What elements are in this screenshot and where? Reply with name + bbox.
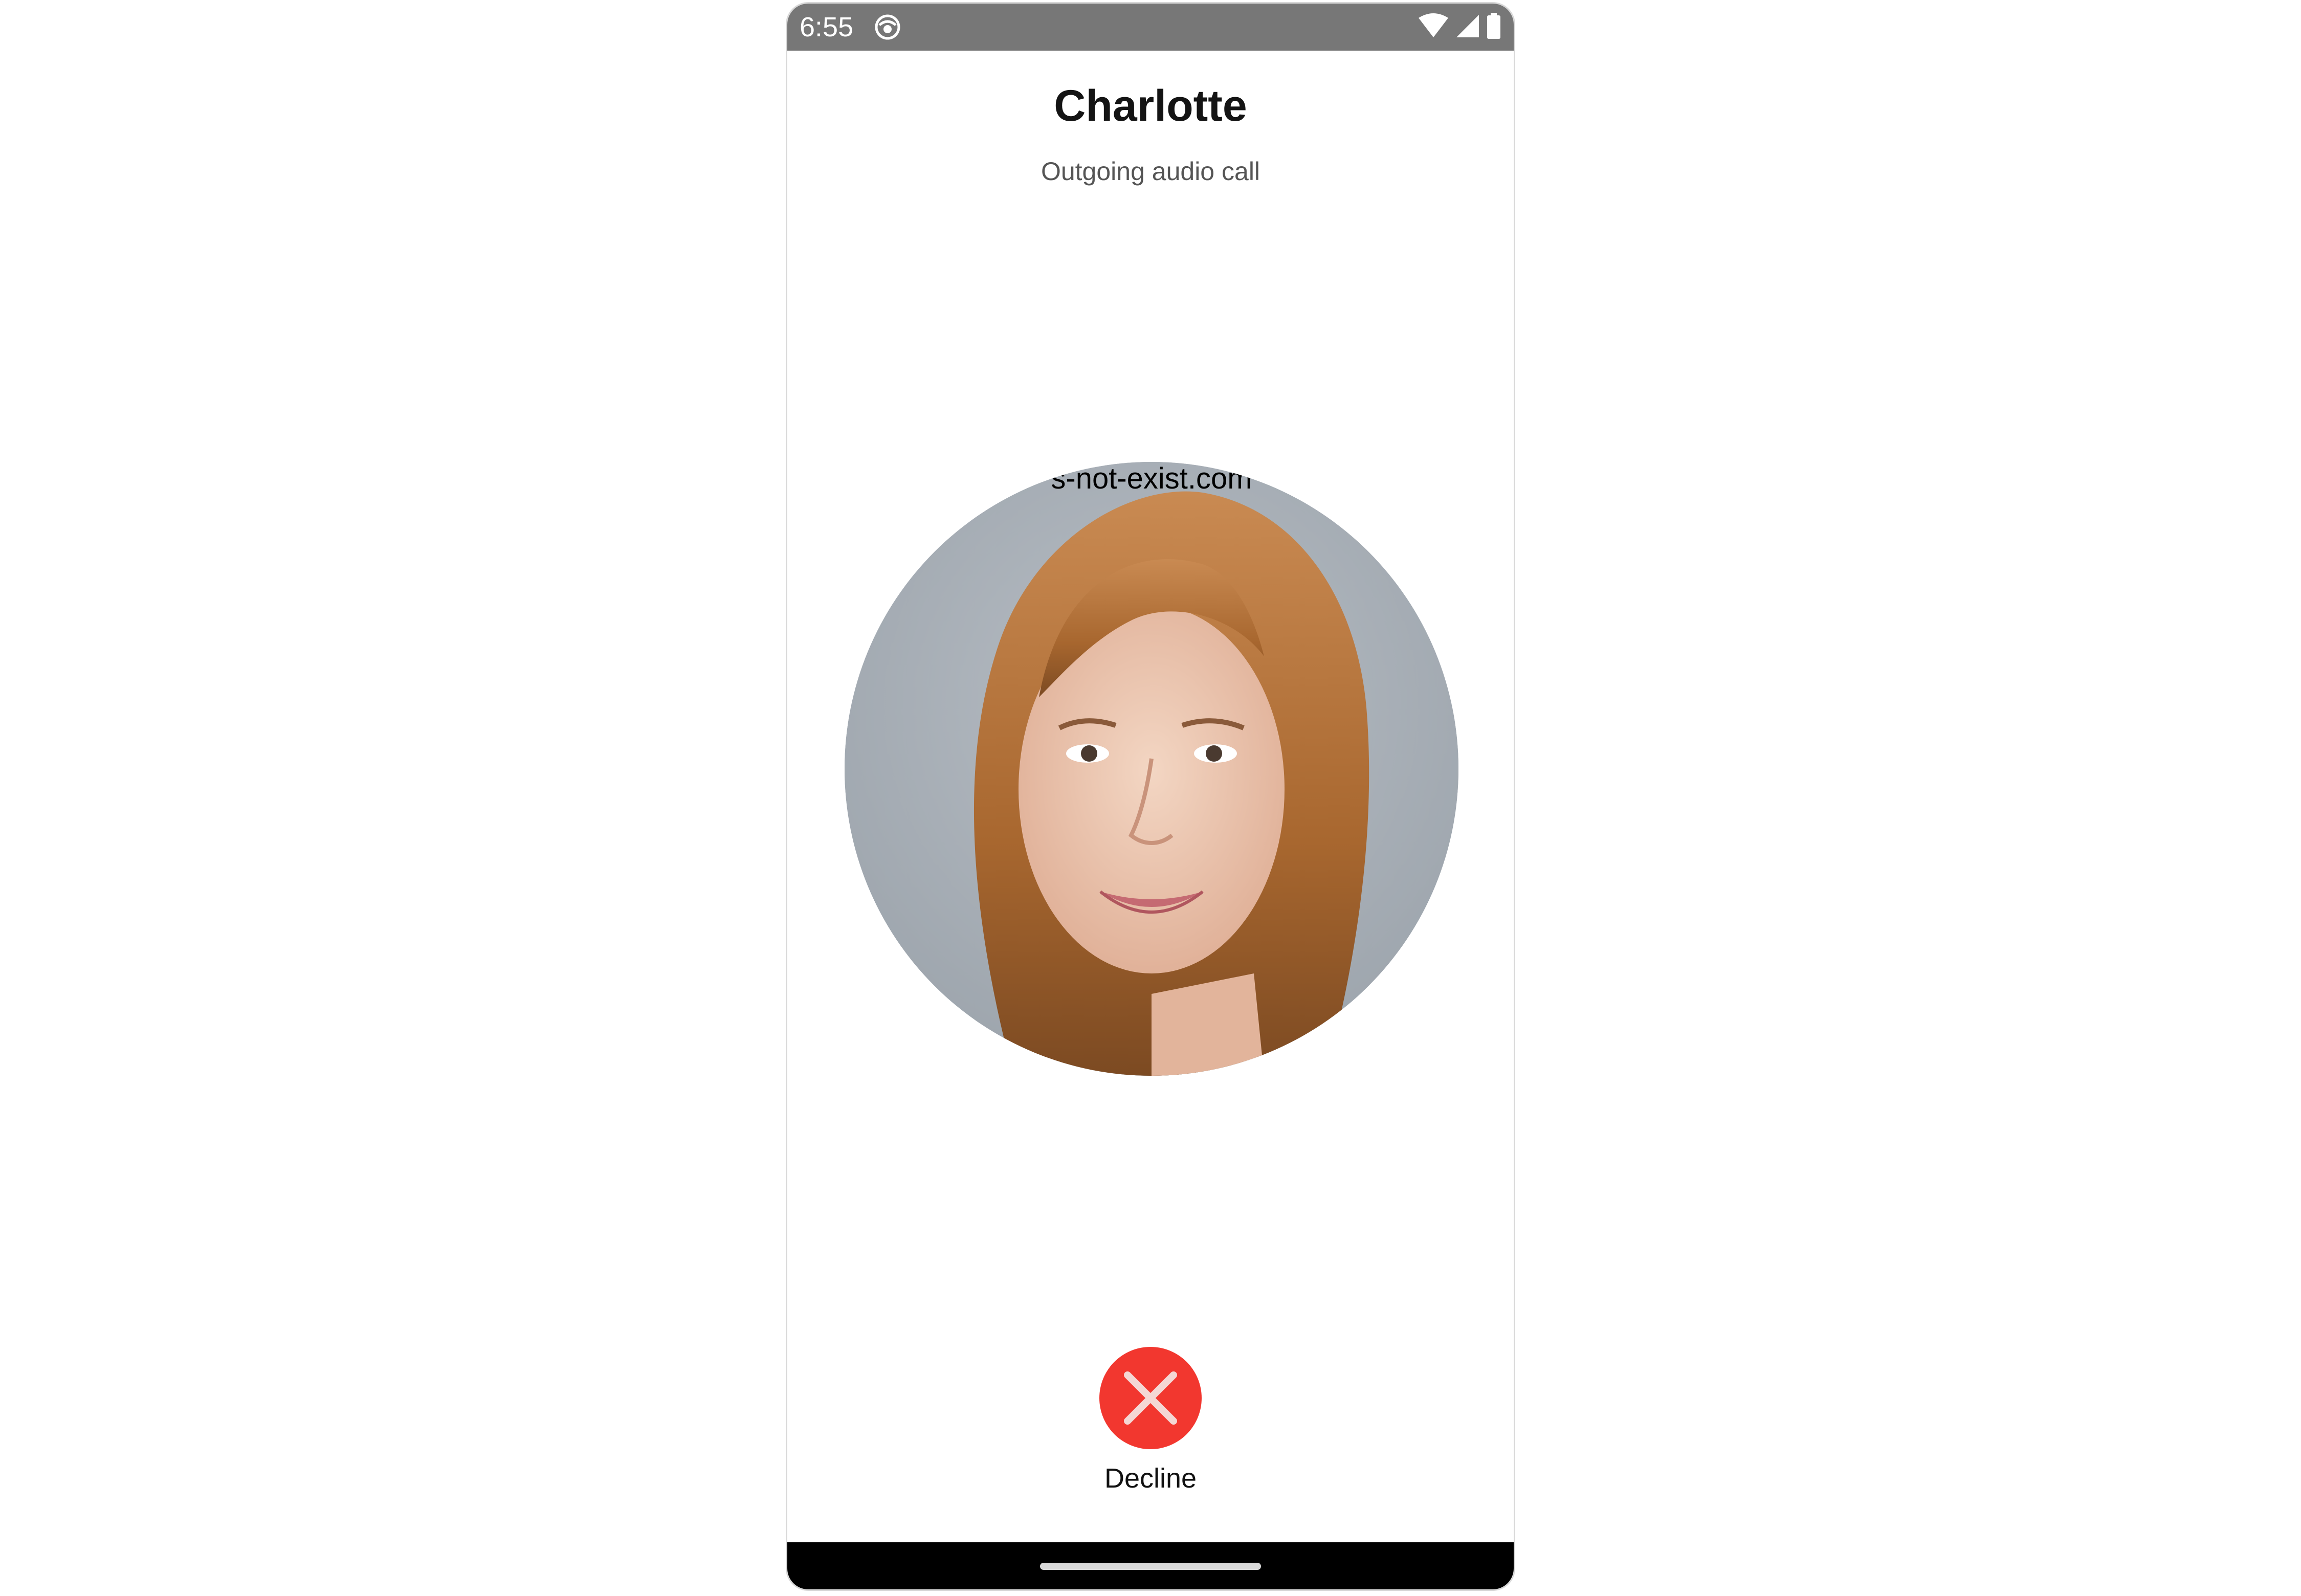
wifi-icon	[1418, 13, 1449, 42]
avatar-photo	[845, 462, 1458, 1076]
decline-label: Decline	[1104, 1463, 1197, 1494]
caller-avatar: s-not-exist.com	[845, 462, 1458, 1076]
battery-icon	[1486, 12, 1501, 42]
call-header: Charlotte Outgoing audio call	[787, 80, 1514, 187]
call-status: Outgoing audio call	[1041, 157, 1260, 186]
status-icons	[1418, 12, 1501, 42]
notification-app-icon	[874, 14, 901, 40]
cell-signal-icon	[1454, 13, 1481, 42]
status-bar: 6:55	[787, 4, 1514, 51]
avatar-watermark: s-not-exist.com	[1051, 462, 1252, 495]
decline-action: Decline	[787, 1347, 1514, 1495]
decline-button[interactable]	[1099, 1347, 1202, 1449]
close-icon	[1124, 1371, 1177, 1425]
phone-frame: 6:55 Charlotte Outgoing audio call s-not…	[786, 2, 1515, 1591]
caller-name: Charlotte	[1054, 81, 1247, 130]
home-handle[interactable]	[1040, 1563, 1261, 1570]
status-time: 6:55	[800, 12, 854, 42]
navigation-bar	[787, 1542, 1514, 1589]
